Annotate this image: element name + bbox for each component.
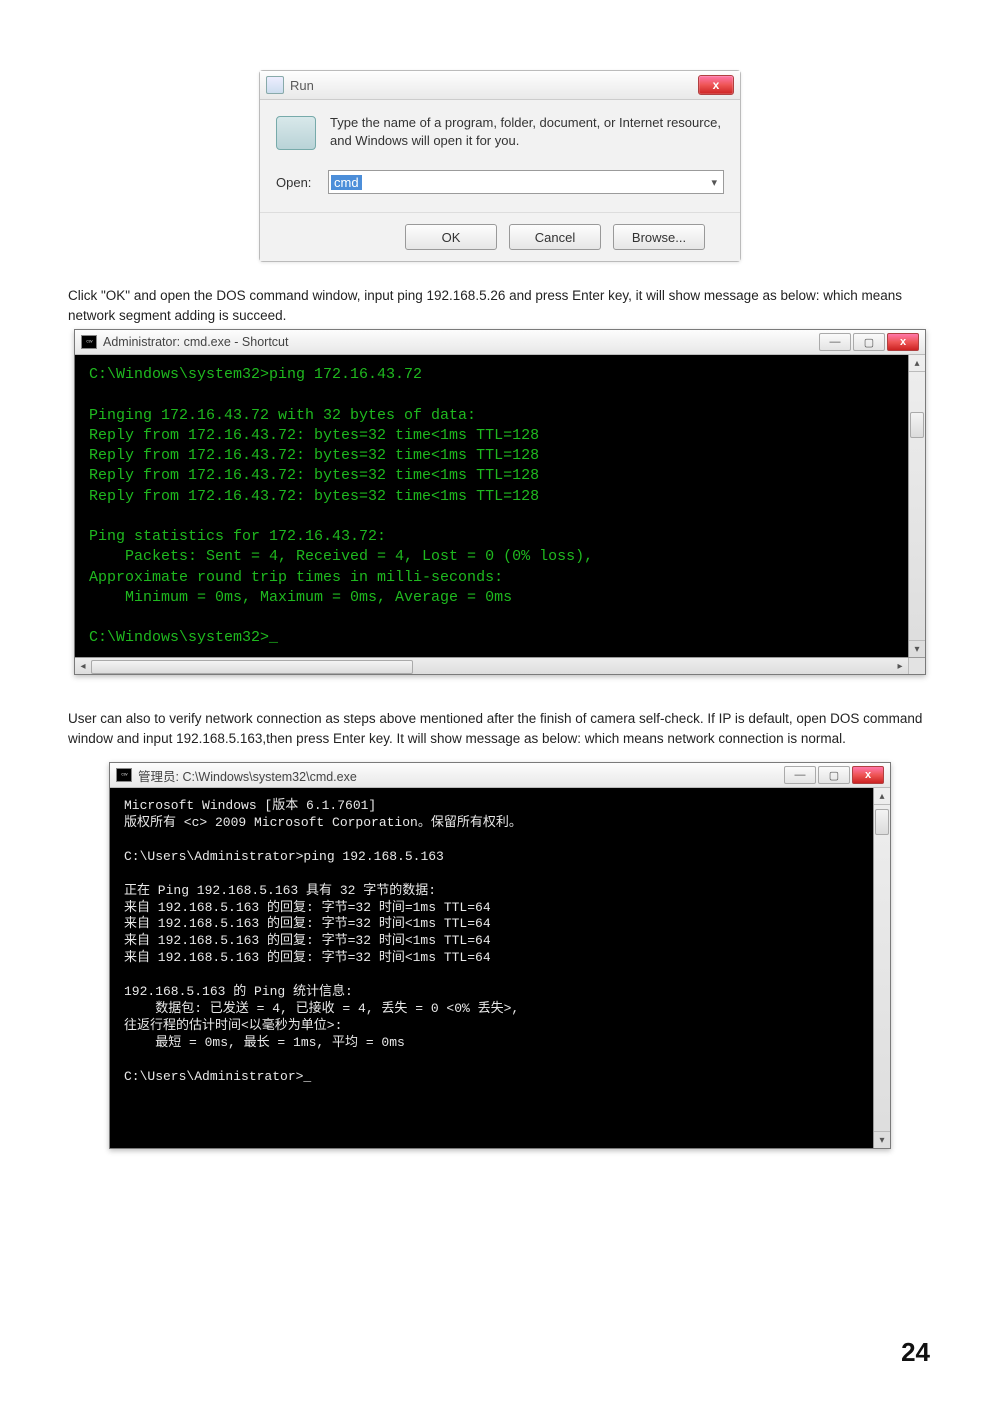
run-titlebar[interactable]: Run x <box>260 71 740 100</box>
run-app-icon <box>266 76 284 94</box>
scroll-up-icon[interactable]: ▴ <box>874 788 890 805</box>
instruction-paragraph-2: User can also to verify network connecti… <box>68 709 932 748</box>
horizontal-scrollbar[interactable]: ◂ ▸ <box>75 657 925 674</box>
open-label: Open: <box>276 175 316 190</box>
minimize-button[interactable]: — <box>784 766 816 784</box>
open-input-value: cmd <box>331 175 362 190</box>
chevron-down-icon[interactable]: ▾ <box>705 176 723 189</box>
cmd1-titlebar[interactable]: Administrator: cmd.exe - Shortcut — ▢ x <box>75 330 925 355</box>
scroll-left-icon[interactable]: ◂ <box>75 658 91 674</box>
cancel-button[interactable]: Cancel <box>509 224 601 250</box>
vertical-scrollbar[interactable]: ▴ ▾ <box>873 788 890 1148</box>
scroll-thumb[interactable] <box>91 660 413 674</box>
scroll-down-icon[interactable]: ▾ <box>909 640 925 657</box>
cmd-icon <box>116 768 132 782</box>
close-button[interactable]: x <box>698 75 734 95</box>
run-description: Type the name of a program, folder, docu… <box>330 114 724 150</box>
cmd2-titlebar[interactable]: 管理员: C:\Windows\system32\cmd.exe — ▢ x <box>110 763 890 788</box>
browse-button[interactable]: Browse... <box>613 224 705 250</box>
cmd1-title: Administrator: cmd.exe - Shortcut <box>103 335 288 349</box>
run-title: Run <box>290 78 314 93</box>
run-dialog: Run x Type the name of a program, folder… <box>259 70 741 262</box>
minimize-button[interactable]: — <box>819 333 851 351</box>
vertical-scrollbar[interactable]: ▴ ▾ <box>908 355 925 657</box>
scroll-right-icon[interactable]: ▸ <box>892 658 908 674</box>
scroll-down-icon[interactable]: ▾ <box>874 1131 890 1148</box>
page-number: 24 <box>901 1337 930 1368</box>
instruction-paragraph-1: Click "OK" and open the DOS command wind… <box>68 286 932 325</box>
close-button[interactable]: x <box>887 333 919 351</box>
open-input[interactable]: cmd ▾ <box>328 170 724 194</box>
close-button[interactable]: x <box>852 766 884 784</box>
cmd-icon <box>81 335 97 349</box>
cmd1-output: C:\Windows\system32>ping 172.16.43.72 Pi… <box>75 355 925 659</box>
cmd-window-1: Administrator: cmd.exe - Shortcut — ▢ x … <box>74 329 926 675</box>
maximize-button[interactable]: ▢ <box>818 766 850 784</box>
scroll-up-icon[interactable]: ▴ <box>909 355 925 372</box>
resize-grip[interactable] <box>908 658 925 674</box>
maximize-button[interactable]: ▢ <box>853 333 885 351</box>
ok-button[interactable]: OK <box>405 224 497 250</box>
cmd-window-2: 管理员: C:\Windows\system32\cmd.exe — ▢ x M… <box>109 762 891 1149</box>
scroll-thumb[interactable] <box>910 412 924 438</box>
cmd2-output: Microsoft Windows [版本 6.1.7601] 版权所有 <c>… <box>110 788 890 1180</box>
cmd2-title: 管理员: C:\Windows\system32\cmd.exe <box>138 766 357 785</box>
run-icon <box>276 116 316 150</box>
scroll-thumb[interactable] <box>875 809 889 835</box>
